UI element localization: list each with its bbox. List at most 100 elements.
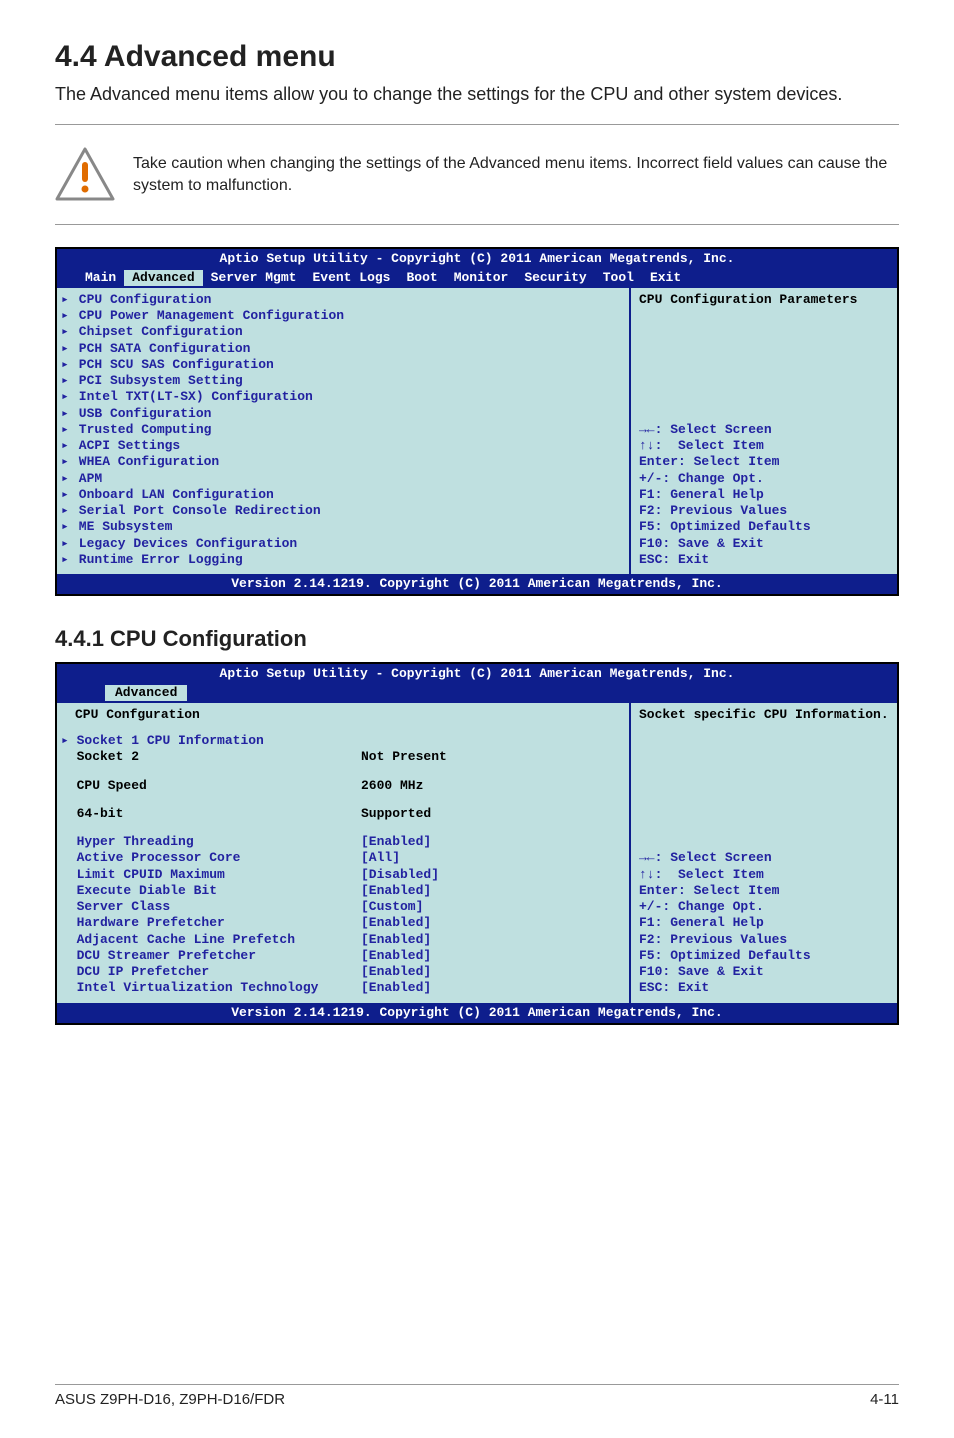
setting-label: CPU Speed — [61, 778, 361, 794]
bios-help-pane: Socket specific CPU Information. →←: Sel… — [631, 703, 897, 1003]
setting-value: [All] — [361, 850, 400, 866]
tab-tool[interactable]: Tool — [595, 270, 642, 286]
setting-value: [Enabled] — [361, 948, 431, 964]
setting-value: Supported — [361, 806, 431, 822]
setting-label: Hyper Threading — [61, 834, 361, 850]
menu-item[interactable]: ▸ Trusted Computing — [61, 422, 621, 438]
bios-tab-bar: MainAdvancedServer MgmtEvent LogsBootMon… — [57, 268, 897, 288]
tab-boot[interactable]: Boot — [398, 270, 445, 286]
setting-row[interactable]: Limit CPUID Maximum[Disabled] — [61, 867, 621, 883]
setting-row[interactable]: Server Class[Custom] — [61, 899, 621, 915]
setting-label: ▸ Socket 1 CPU Information — [61, 733, 361, 749]
setting-value: [Enabled] — [361, 964, 431, 980]
setting-row[interactable]: Active Processor Core[All] — [61, 850, 621, 866]
tab-main[interactable]: Main — [77, 270, 124, 286]
legend-line: ↑↓: Select Item — [639, 867, 889, 883]
menu-item[interactable]: ▸ APM — [61, 471, 621, 487]
footer-page-number: 4-11 — [870, 1391, 899, 1408]
menu-item[interactable]: ▸ PCH SCU SAS Configuration — [61, 357, 621, 373]
bios-help-pane: CPU Configuration Parameters →←: Select … — [631, 288, 897, 574]
setting-row: 64-bitSupported — [61, 806, 621, 822]
legend-line: Enter: Select Item — [639, 883, 889, 899]
bios-header-title: Aptio Setup Utility - Copyright (C) 2011… — [57, 251, 897, 267]
menu-item[interactable]: ▸ CPU Configuration — [61, 292, 621, 308]
bios-screen-cpu-config: Aptio Setup Utility - Copyright (C) 2011… — [55, 662, 899, 1025]
legend-line: F1: General Help — [639, 487, 889, 503]
setting-row[interactable]: Adjacent Cache Line Prefetch[Enabled] — [61, 932, 621, 948]
setting-value: Not Present — [361, 749, 447, 765]
divider — [55, 224, 899, 225]
menu-item[interactable]: ▸ Legacy Devices Configuration — [61, 536, 621, 552]
bios-help-text: Socket specific CPU Information. — [639, 707, 889, 723]
divider — [55, 124, 899, 125]
menu-item[interactable]: ▸ Serial Port Console Redirection — [61, 503, 621, 519]
menu-item[interactable]: ▸ Runtime Error Logging — [61, 552, 621, 568]
tab-monitor[interactable]: Monitor — [446, 270, 517, 286]
menu-item[interactable]: ▸ Intel TXT(LT-SX) Configuration — [61, 389, 621, 405]
legend-line: +/-: Change Opt. — [639, 471, 889, 487]
setting-value: [Enabled] — [361, 980, 431, 996]
legend-line: F10: Save & Exit — [639, 964, 889, 980]
menu-item[interactable]: ▸ ACPI Settings — [61, 438, 621, 454]
setting-label: Execute Diable Bit — [61, 883, 361, 899]
bios-tab-bar: Advanced — [57, 683, 897, 703]
bios-footer: Version 2.14.1219. Copyright (C) 2011 Am… — [57, 1003, 897, 1023]
legend-line: F5: Optimized Defaults — [639, 519, 889, 535]
setting-row[interactable]: Hyper Threading[Enabled] — [61, 834, 621, 850]
legend-line: F10: Save & Exit — [639, 536, 889, 552]
menu-item[interactable]: ▸ PCH SATA Configuration — [61, 341, 621, 357]
setting-value: [Disabled] — [361, 867, 439, 883]
legend-line: ↑↓: Select Item — [639, 438, 889, 454]
bios-settings-pane: CPU Confguration ▸ Socket 1 CPU Informat… — [57, 703, 631, 1003]
setting-label: 64-bit — [61, 806, 361, 822]
menu-item[interactable]: ▸ CPU Power Management Configuration — [61, 308, 621, 324]
tab-advanced[interactable]: Advanced — [124, 270, 202, 286]
setting-label: Server Class — [61, 899, 361, 915]
section-title: 4.4 Advanced menu — [55, 40, 899, 74]
legend-line: ESC: Exit — [639, 552, 889, 568]
setting-row[interactable]: DCU Streamer Prefetcher[Enabled] — [61, 948, 621, 964]
setting-row[interactable]: DCU IP Prefetcher[Enabled] — [61, 964, 621, 980]
setting-row[interactable]: Execute Diable Bit[Enabled] — [61, 883, 621, 899]
setting-label: DCU Streamer Prefetcher — [61, 948, 361, 964]
menu-item[interactable]: ▸ ME Subsystem — [61, 519, 621, 535]
legend-line: →←: Select Screen — [639, 422, 889, 438]
bios-pane-heading: CPU Confguration — [75, 707, 200, 723]
legend-line: Enter: Select Item — [639, 454, 889, 470]
tab-server-mgmt[interactable]: Server Mgmt — [203, 270, 305, 286]
menu-item[interactable]: ▸ Chipset Configuration — [61, 324, 621, 340]
setting-row: Socket 2Not Present — [61, 749, 621, 765]
legend-line: F5: Optimized Defaults — [639, 948, 889, 964]
setting-row[interactable]: Intel Virtualization Technology[Enabled] — [61, 980, 621, 996]
setting-row[interactable]: Hardware Prefetcher[Enabled] — [61, 915, 621, 931]
setting-label: Limit CPUID Maximum — [61, 867, 361, 883]
tab-advanced[interactable]: Advanced — [105, 685, 187, 701]
bios-footer: Version 2.14.1219. Copyright (C) 2011 Am… — [57, 574, 897, 594]
menu-item[interactable]: ▸ WHEA Configuration — [61, 454, 621, 470]
tab-event-logs[interactable]: Event Logs — [304, 270, 398, 286]
setting-label: Active Processor Core — [61, 850, 361, 866]
legend-line: ESC: Exit — [639, 980, 889, 996]
caution-note: Take caution when changing the settings … — [55, 147, 899, 202]
caution-text: Take caution when changing the settings … — [133, 153, 899, 196]
setting-value: [Enabled] — [361, 883, 431, 899]
tab-security[interactable]: Security — [516, 270, 594, 286]
bios-key-legend: →←: Select Screen↑↓: Select ItemEnter: S… — [639, 850, 889, 996]
setting-value: [Enabled] — [361, 915, 431, 931]
setting-value: [Custom] — [361, 899, 423, 915]
menu-item[interactable]: ▸ USB Configuration — [61, 406, 621, 422]
tab-exit[interactable]: Exit — [642, 270, 689, 286]
setting-label: Adjacent Cache Line Prefetch — [61, 932, 361, 948]
menu-item[interactable]: ▸ Onboard LAN Configuration — [61, 487, 621, 503]
legend-line: F2: Previous Values — [639, 503, 889, 519]
page-footer: ASUS Z9PH-D16, Z9PH-D16/FDR 4-11 — [55, 1384, 899, 1408]
setting-label: DCU IP Prefetcher — [61, 964, 361, 980]
setting-row[interactable]: ▸ Socket 1 CPU Information — [61, 733, 621, 749]
menu-item[interactable]: ▸ PCI Subsystem Setting — [61, 373, 621, 389]
bios-screen-advanced: Aptio Setup Utility - Copyright (C) 2011… — [55, 247, 899, 596]
legend-line: F1: General Help — [639, 915, 889, 931]
legend-line: +/-: Change Opt. — [639, 899, 889, 915]
caution-icon — [55, 147, 115, 202]
setting-value: [Enabled] — [361, 932, 431, 948]
setting-label: Socket 2 — [61, 749, 361, 765]
